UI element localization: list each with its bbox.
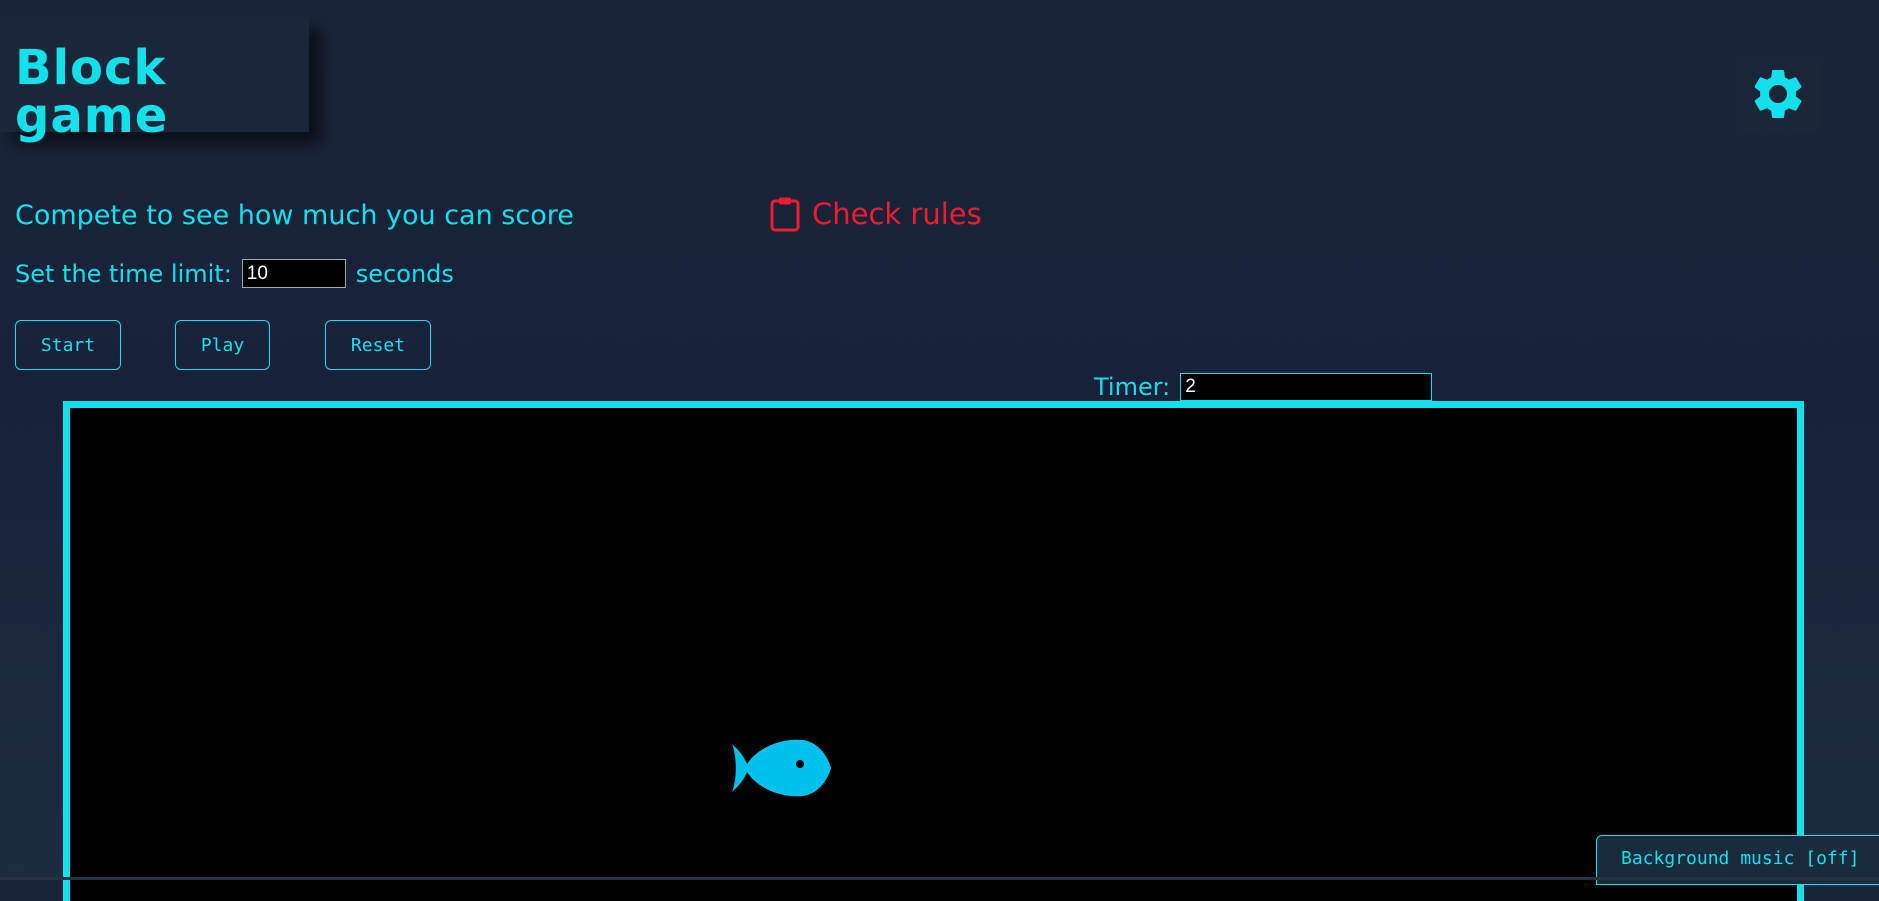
play-button[interactable]: Play (175, 320, 270, 370)
game-canvas[interactable] (63, 401, 1804, 901)
timer-row: Timer: (1094, 373, 1433, 401)
gear-icon (1754, 69, 1802, 118)
start-button[interactable]: Start (15, 320, 121, 370)
clipboard-icon (770, 197, 800, 232)
time-limit-input[interactable] (241, 259, 346, 288)
title-card: Block game (0, 16, 309, 140)
tagline: Compete to see how much you can score (15, 200, 574, 231)
check-rules-link[interactable]: Check rules (770, 196, 982, 232)
page-title: Block game (15, 40, 169, 144)
fish-icon (732, 739, 831, 797)
check-rules-label: Check rules (812, 197, 982, 231)
reset-button[interactable]: Reset (325, 320, 431, 370)
time-limit-label: Set the time limit: (15, 259, 232, 288)
settings-button[interactable] (1736, 56, 1820, 132)
timer-display (1180, 373, 1433, 401)
timer-label: Timer: (1094, 373, 1171, 401)
time-limit-row: Set the time limit: seconds (15, 259, 454, 288)
time-limit-unit: seconds (355, 259, 454, 288)
